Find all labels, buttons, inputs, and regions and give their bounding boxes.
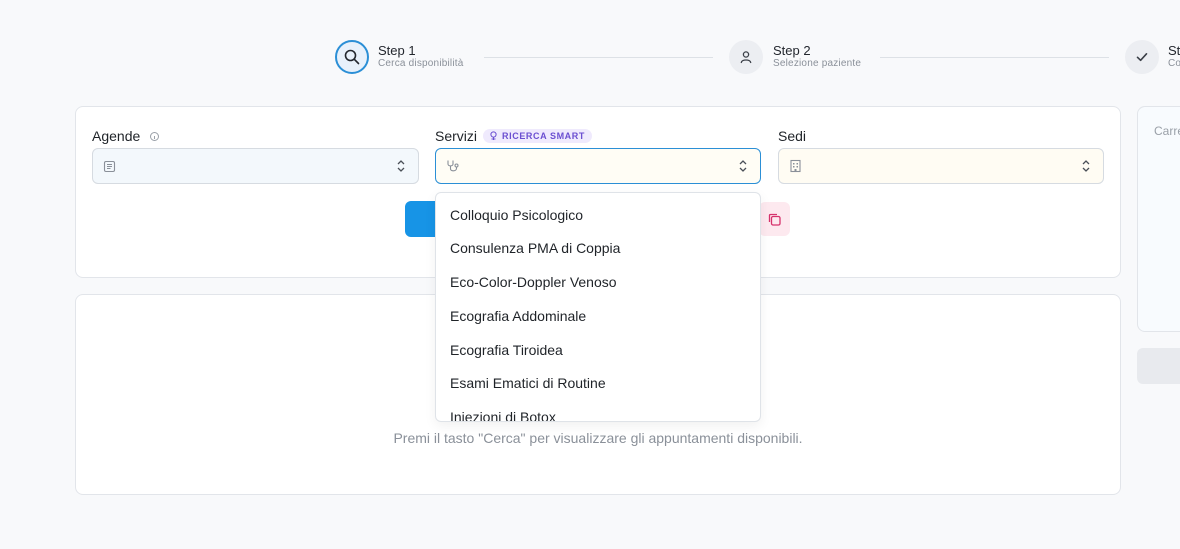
step-connector [880, 57, 1109, 58]
servizi-dropdown: Colloquio Psicologico Consulenza PMA di … [435, 192, 761, 422]
servizi-label: Servizi RICERCA SMART [435, 128, 592, 144]
smart-search-badge-text: RICERCA SMART [502, 131, 585, 141]
dropdown-option[interactable]: Colloquio Psicologico [450, 207, 583, 223]
servizi-select[interactable] [435, 148, 761, 184]
step-2-subtitle: Selezione paziente [773, 58, 862, 69]
step-2-title: Step 2 [773, 43, 811, 58]
step-1-indicator[interactable] [335, 40, 369, 74]
sedi-label: Sedi [778, 128, 806, 144]
stethoscope-icon [447, 160, 459, 172]
step-1-title: Step 1 [378, 43, 416, 58]
user-icon [740, 51, 752, 64]
search-icon [344, 49, 360, 65]
cart-panel [1137, 106, 1180, 332]
building-icon [790, 159, 801, 173]
dropdown-option[interactable]: Ecografia Tiroidea [450, 342, 563, 358]
sedi-select[interactable] [778, 148, 1104, 184]
smart-search-badge: RICERCA SMART [483, 129, 592, 143]
sedi-label-text: Sedi [778, 128, 807, 144]
check-icon [1136, 53, 1148, 62]
step-1-subtitle: Cerca disponibilità [378, 58, 464, 69]
brain-icon [490, 131, 497, 140]
dropdown-option[interactable]: Iniezioni di Botox [450, 409, 556, 421]
copy-icon [768, 213, 781, 226]
agende-select[interactable] [92, 148, 419, 184]
dropdown-option[interactable]: Ecografia Addominale [450, 308, 586, 324]
step-3-indicator[interactable] [1125, 40, 1159, 74]
agende-label-text: Agende [92, 128, 141, 144]
dropdown-option[interactable]: Esami Ematici di Routine [450, 375, 606, 391]
empty-results-message: Premi il tasto "Cerca" per visualizzare … [393, 430, 803, 446]
dropdown-option[interactable]: Consulenza PMA di Coppia [450, 240, 620, 256]
cart-label: Carre [1154, 124, 1180, 138]
calendar-book-icon [103, 160, 116, 172]
chevron-up-down-icon [739, 160, 747, 172]
chevron-up-down-icon [1082, 160, 1090, 172]
step-connector [484, 57, 713, 58]
step-3-subtitle: Co [1168, 58, 1180, 69]
cart-action-button[interactable] [1137, 348, 1180, 384]
step-3-title: St [1168, 43, 1180, 58]
agende-label: Agende [92, 128, 160, 144]
dropdown-option[interactable]: Eco-Color-Doppler Venoso [450, 274, 617, 290]
chevron-up-down-icon [397, 160, 405, 172]
copy-button[interactable] [759, 202, 790, 236]
servizi-label-text: Servizi [435, 128, 478, 144]
info-icon[interactable] [150, 131, 160, 141]
stepper: Step 1 Cerca disponibilità Step 2 Selezi… [0, 0, 1180, 100]
step-2-indicator[interactable] [729, 40, 763, 74]
